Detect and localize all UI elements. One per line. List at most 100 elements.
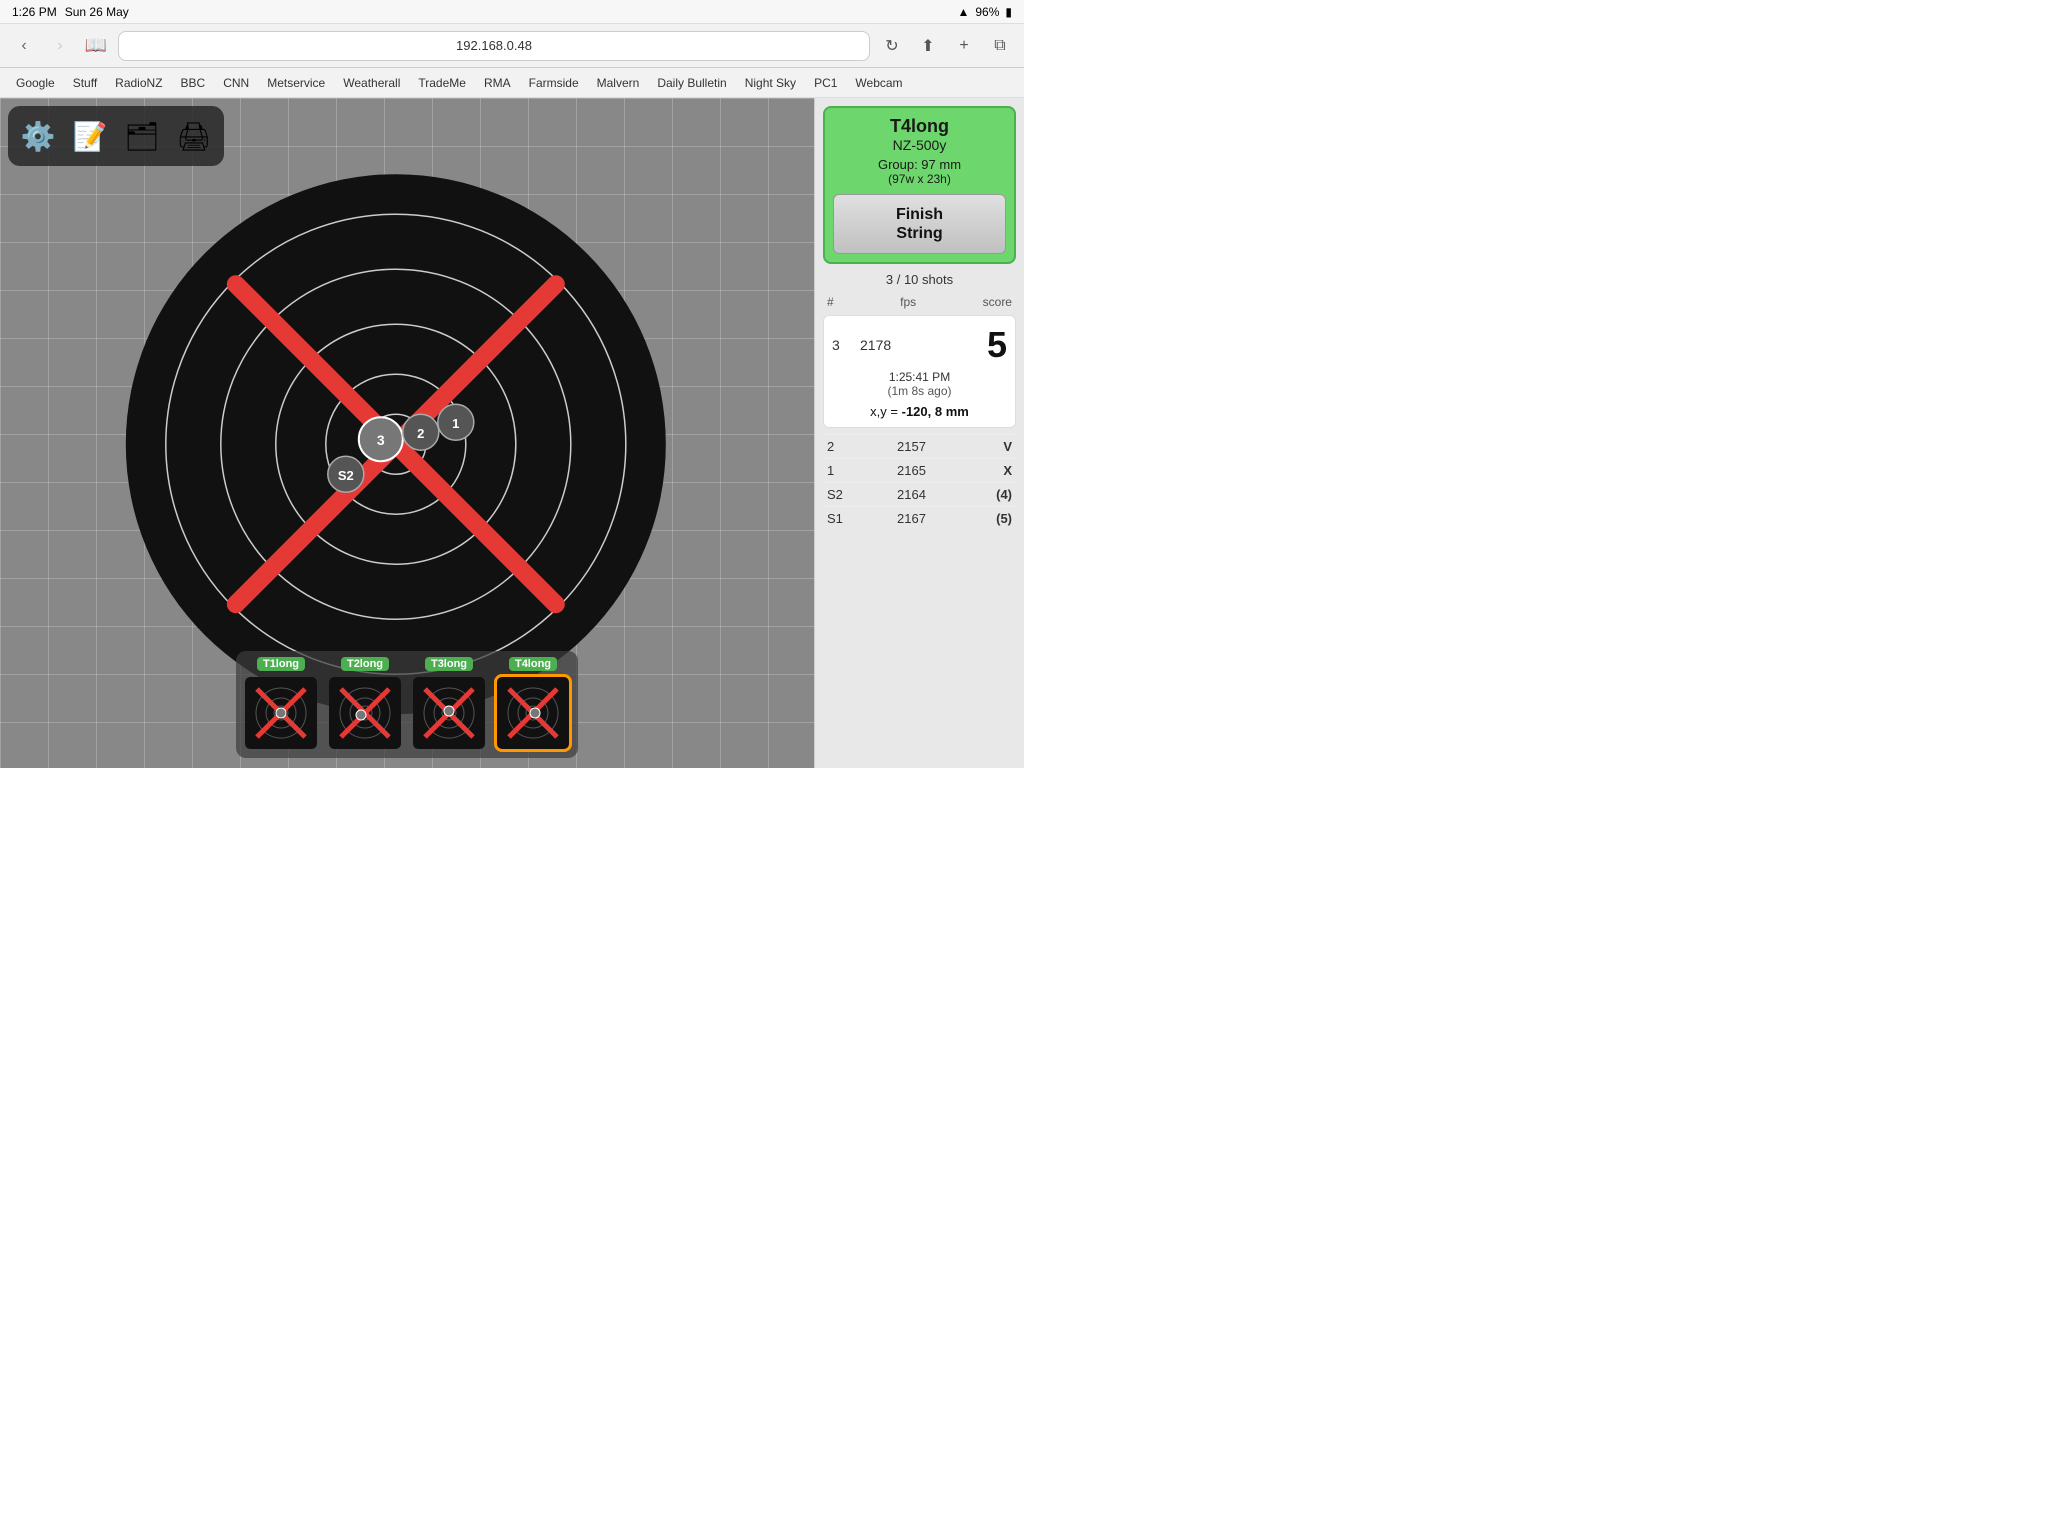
group-detail: (97w x 23h) [833,172,1006,186]
shot-thumbnails: T1long [236,651,578,758]
current-shot-time: 1:25:41 PM [832,370,1007,384]
tabs-button[interactable]: ⧉ [986,32,1014,60]
history-num: S1 [827,511,851,526]
bookmark-bbc[interactable]: BBC [173,74,214,92]
thumb-t2long[interactable]: T2long [326,657,404,752]
thumb-t3long-border [410,674,488,752]
history-row: 1 2165 X [823,458,1016,482]
back-button[interactable]: ‹ [10,32,38,60]
thumb-t1long-img [245,677,317,749]
group-info: Group: 97 mm [833,157,1006,172]
xy-label: x,y = [870,404,898,419]
bookmark-malvern[interactable]: Malvern [589,74,648,92]
shots-header: # fps score [823,295,1016,309]
status-date: Sun 26 May [65,5,129,19]
thumb-t4long[interactable]: T4long [494,657,572,752]
bookmark-cnn[interactable]: CNN [215,74,257,92]
target-distance: NZ-500y [833,137,1006,153]
wifi-icon: ▲ [957,5,969,19]
thumb-t4long-img [497,677,569,749]
forward-button[interactable]: › [46,32,74,60]
target-area[interactable]: ⚙️ 📝 🗂 🖨 S2 [0,98,814,768]
history-fps: 2164 [851,487,972,502]
target-name: T4long [833,116,1006,137]
files-button[interactable]: 🗂 [120,114,164,158]
main-content: ⚙️ 📝 🗂 🖨 S2 [0,98,1024,768]
history-score: X [972,463,1012,478]
shots-count: 3 / 10 shots [823,270,1016,289]
history-num: S2 [827,487,851,502]
thumb-t2long-border [326,674,404,752]
status-left: 1:26 PM Sun 26 May [12,5,129,19]
history-score: V [972,439,1012,454]
current-shot-score: 5 [987,324,1007,366]
current-shot-card: 3 2178 5 1:25:41 PM (1m 8s ago) x,y = -1… [823,315,1016,428]
shot-row-main: 3 2178 5 [832,324,1007,366]
history-table: 2 2157 V 1 2165 X S2 2164 (4) S1 2167 (5… [823,434,1016,530]
thumb-t2long-label: T2long [341,657,389,671]
bookmark-night-sky[interactable]: Night Sky [737,74,804,92]
bookmark-radionz[interactable]: RadioNZ [107,74,170,92]
bookmark-google[interactable]: Google [8,74,63,92]
url-text: 192.168.0.48 [456,38,532,53]
thumb-t1long-label: T1long [257,657,305,671]
print-button[interactable]: 🖨 [172,114,216,158]
xy-value: -120, 8 mm [902,404,969,419]
share-button[interactable]: ⬆ [914,32,942,60]
history-score: (4) [972,487,1012,502]
bookmark-pc1[interactable]: PC1 [806,74,845,92]
svg-text:S2: S2 [338,468,354,483]
svg-text:2: 2 [417,426,424,441]
battery-icon: ▮ [1005,5,1012,19]
bookmark-rma[interactable]: RMA [476,74,519,92]
thumb-t1long-border [242,674,320,752]
history-fps: 2157 [851,439,972,454]
thumb-t4long-label: T4long [509,657,557,671]
battery-percent: 96% [975,5,999,19]
current-shot-xy: x,y = -120, 8 mm [832,404,1007,419]
right-panel: T4long NZ-500y Group: 97 mm (97w x 23h) … [814,98,1024,768]
bookmarks-button[interactable]: 📖 [82,32,110,60]
current-shot-fps: 2178 [860,337,979,353]
svg-text:3: 3 [377,432,385,448]
status-time: 1:26 PM [12,5,57,19]
bookmark-daily-bulletin[interactable]: Daily Bulletin [649,74,734,92]
history-fps: 2165 [851,463,972,478]
browser-chrome: ‹ › 📖 192.168.0.48 ↻ ⬆ + ⧉ [0,24,1024,68]
history-row: S2 2164 (4) [823,482,1016,506]
target-info-card: T4long NZ-500y Group: 97 mm (97w x 23h) … [823,106,1016,264]
notes-button[interactable]: 📝 [68,114,112,158]
history-score: (5) [972,511,1012,526]
thumb-t1long[interactable]: T1long [242,657,320,752]
target-container: S2 3 2 1 [116,164,676,724]
bookmark-farmside[interactable]: Farmside [521,74,587,92]
history-row: S1 2167 (5) [823,506,1016,530]
current-shot-num: 3 [832,337,852,353]
thumb-t3long-label: T3long [425,657,473,671]
status-bar: 1:26 PM Sun 26 May ▲ 96% ▮ [0,0,1024,24]
svg-text:1: 1 [452,416,459,431]
header-fps: fps [900,295,916,309]
history-num: 2 [827,439,851,454]
history-row: 2 2157 V [823,434,1016,458]
settings-button[interactable]: ⚙️ [16,114,60,158]
browser-actions: ↻ ⬆ + ⧉ [878,32,1014,60]
thumb-t3long-img [413,677,485,749]
header-score: score [983,295,1012,309]
history-num: 1 [827,463,851,478]
new-tab-button[interactable]: + [950,32,978,60]
history-fps: 2167 [851,511,972,526]
finish-string-button[interactable]: FinishString [833,194,1006,254]
address-bar[interactable]: 192.168.0.48 [118,31,870,61]
reload-button[interactable]: ↻ [878,32,906,60]
header-num: # [827,295,834,309]
bookmark-stuff[interactable]: Stuff [65,74,105,92]
thumb-t3long[interactable]: T3long [410,657,488,752]
bookmark-weatherall[interactable]: Weatherall [335,74,408,92]
toolbar-overlay: ⚙️ 📝 🗂 🖨 [8,106,224,166]
bookmark-webcam[interactable]: Webcam [847,74,910,92]
bookmark-trademe[interactable]: TradeMe [410,74,474,92]
thumb-t2long-img [329,677,401,749]
bookmarks-bar: Google Stuff RadioNZ BBC CNN Metservice … [0,68,1024,98]
bookmark-metservice[interactable]: Metservice [259,74,333,92]
